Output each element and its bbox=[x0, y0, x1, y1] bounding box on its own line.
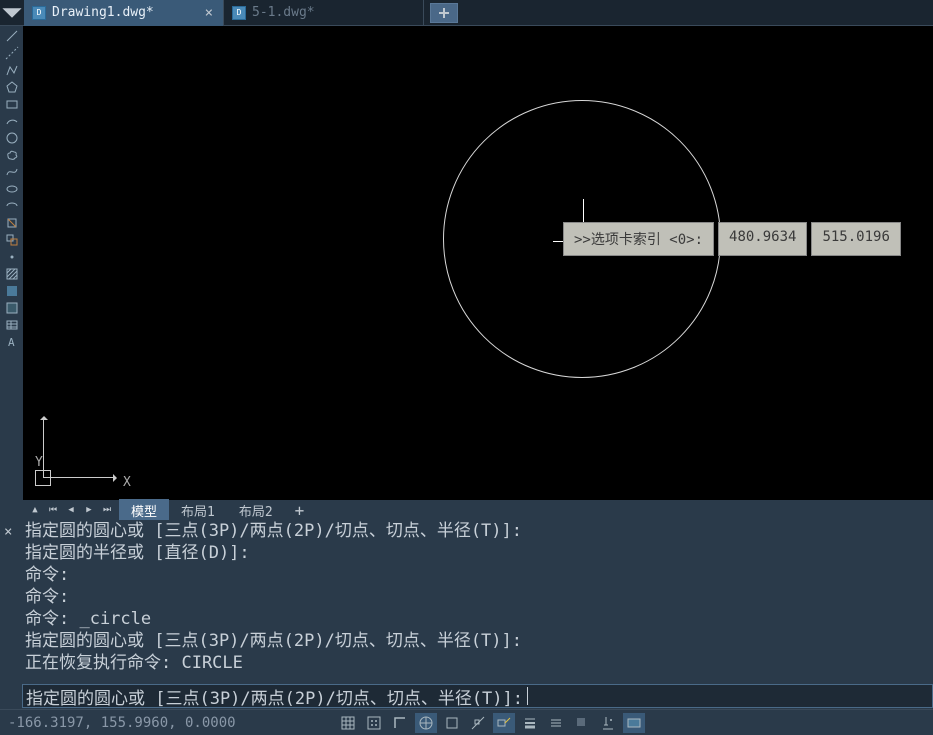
toggle-snap[interactable] bbox=[363, 713, 385, 733]
file-tab-bar: D Drawing1.dwg* × D 5-1.dwg* bbox=[0, 0, 933, 26]
dynamic-input-prompt: >>选项卡索引 <0>: bbox=[563, 222, 714, 256]
mtext-icon[interactable]: A bbox=[3, 335, 20, 349]
ucs-origin-box bbox=[35, 470, 51, 486]
close-icon[interactable]: × bbox=[203, 5, 215, 21]
region-icon[interactable] bbox=[3, 301, 20, 315]
status-bar: -166.3197, 155.9960, 0.0000 bbox=[0, 709, 933, 735]
nav-prev-icon[interactable]: ◀ bbox=[63, 502, 79, 518]
revcloud-icon[interactable] bbox=[3, 148, 20, 162]
construction-line-icon[interactable] bbox=[3, 46, 20, 60]
new-tab-button[interactable] bbox=[430, 3, 458, 23]
toggle-linewt[interactable] bbox=[545, 713, 567, 733]
gradient-icon[interactable] bbox=[3, 284, 20, 298]
polygon-icon[interactable] bbox=[3, 80, 20, 94]
tab-dropdown[interactable] bbox=[0, 0, 24, 26]
circle-icon[interactable] bbox=[3, 131, 20, 145]
toggle-grid[interactable] bbox=[337, 713, 359, 733]
ucs-y-axis bbox=[43, 418, 44, 478]
toggle-annot[interactable] bbox=[597, 713, 619, 733]
toggle-osnap[interactable] bbox=[441, 713, 463, 733]
toggle-otrack[interactable] bbox=[467, 713, 489, 733]
table-icon[interactable] bbox=[3, 318, 20, 332]
ucs-x-label: X bbox=[123, 475, 131, 490]
command-history-line: 指定圆的圆心或 [三点(3P)/两点(2P)/切点、切点、半径(T)]: bbox=[25, 630, 930, 652]
command-history-line: 指定圆的圆心或 [三点(3P)/两点(2P)/切点、切点、半径(T)]: bbox=[25, 520, 930, 542]
toggle-model-btn[interactable] bbox=[623, 713, 645, 733]
spline-icon[interactable] bbox=[3, 165, 20, 179]
status-toggles bbox=[337, 713, 645, 733]
toggle-polar[interactable] bbox=[415, 713, 437, 733]
file-tab-label: 5-1.dwg* bbox=[252, 5, 415, 20]
file-tab-label: Drawing1.dwg* bbox=[52, 5, 197, 20]
layout-tab[interactable]: 模型 bbox=[119, 499, 169, 522]
command-history-line: 正在恢复执行命令: CIRCLE bbox=[25, 652, 930, 674]
toggle-lwt[interactable] bbox=[519, 713, 541, 733]
toggle-dyn[interactable] bbox=[493, 713, 515, 733]
make-block-icon[interactable] bbox=[3, 233, 20, 247]
dynamic-input-y: 515.0196 bbox=[811, 222, 900, 256]
coordinate-readout: -166.3197, 155.9960, 0.0000 bbox=[8, 715, 236, 731]
command-input[interactable]: 指定圆的圆心或 [三点(3P)/两点(2P)/切点、切点、半径(T)]: bbox=[22, 684, 933, 708]
point-icon[interactable] bbox=[3, 250, 20, 264]
line-icon[interactable] bbox=[3, 29, 20, 43]
nav-first-icon[interactable]: ⏮ bbox=[45, 502, 61, 518]
dynamic-input: >>选项卡索引 <0>: 480.9634 515.0196 bbox=[563, 222, 901, 256]
layout-add-button[interactable]: + bbox=[285, 499, 315, 522]
command-history-line: 指定圆的半径或 [直径(D)]: bbox=[25, 542, 930, 564]
toggle-selection[interactable] bbox=[571, 713, 593, 733]
toggle-ortho[interactable] bbox=[389, 713, 411, 733]
command-history-line: 命令: bbox=[25, 586, 930, 608]
rectangle-icon[interactable] bbox=[3, 97, 20, 111]
command-history: 指定圆的圆心或 [三点(3P)/两点(2P)/切点、切点、半径(T)]:指定圆的… bbox=[22, 520, 933, 685]
dwg-icon: D bbox=[232, 6, 246, 20]
ellipse-arc-icon[interactable] bbox=[3, 199, 20, 213]
ellipse-icon[interactable] bbox=[3, 182, 20, 196]
dynamic-input-x: 480.9634 bbox=[718, 222, 807, 256]
command-input-text: 指定圆的圆心或 [三点(3P)/两点(2P)/切点、切点、半径(T)]: bbox=[26, 684, 523, 709]
command-history-line: 命令: _circle bbox=[25, 608, 930, 630]
nav-up-icon[interactable]: ▲ bbox=[27, 502, 43, 518]
layout-tab-bar: ▲ ⏮ ◀ ▶ ⏭ 模型布局1布局2 + bbox=[23, 500, 933, 520]
file-tab-inactive[interactable]: D 5-1.dwg* bbox=[224, 0, 424, 26]
hatch-icon[interactable] bbox=[3, 267, 20, 281]
nav-last-icon[interactable]: ⏭ bbox=[99, 502, 115, 518]
ucs-x-axis bbox=[43, 477, 115, 478]
ucs-y-label: Y bbox=[35, 455, 43, 470]
insert-block-icon[interactable] bbox=[3, 216, 20, 230]
svg-text:A: A bbox=[8, 336, 15, 349]
polyline-icon[interactable] bbox=[3, 63, 20, 77]
layout-tab[interactable]: 布局2 bbox=[227, 499, 285, 522]
file-tab-active[interactable]: D Drawing1.dwg* × bbox=[24, 0, 224, 26]
drawing-canvas[interactable]: >>选项卡索引 <0>: 480.9634 515.0196 Y X bbox=[23, 26, 933, 500]
arc-icon[interactable] bbox=[3, 114, 20, 128]
draw-toolbar: A bbox=[0, 26, 23, 500]
nav-next-icon[interactable]: ▶ bbox=[81, 502, 97, 518]
layout-tab[interactable]: 布局1 bbox=[169, 499, 227, 522]
dwg-icon: D bbox=[32, 6, 46, 20]
command-close-icon[interactable]: × bbox=[4, 524, 12, 540]
command-history-line: 命令: bbox=[25, 564, 930, 586]
